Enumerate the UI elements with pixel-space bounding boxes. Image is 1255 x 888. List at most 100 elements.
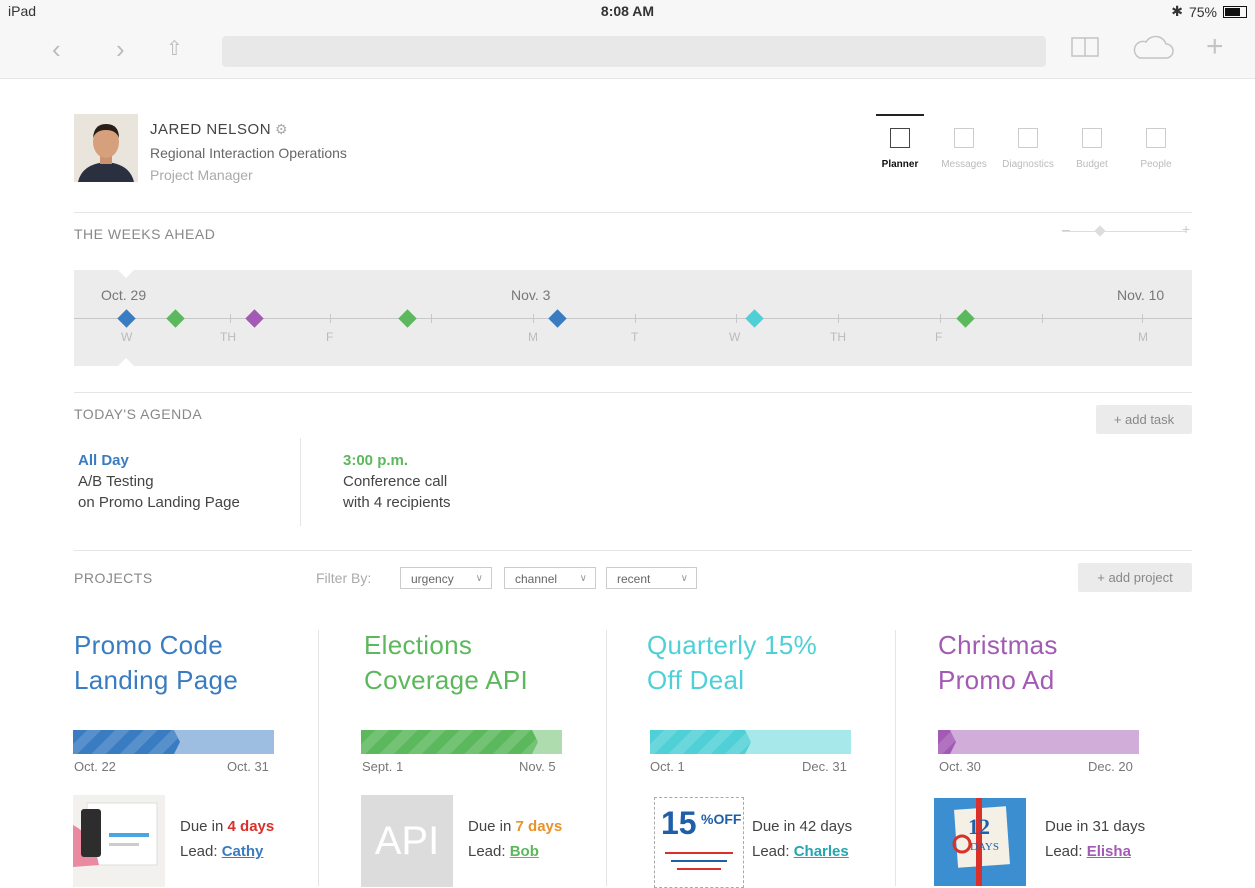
project-thumbnail[interactable]: API: [361, 795, 453, 887]
project-progress-bar: [361, 730, 562, 754]
filter-channel-select[interactable]: channel ∨: [504, 567, 596, 589]
timeline[interactable]: Oct. 29 Nov. 3 Nov. 10 W TH F M T W TH F…: [74, 270, 1192, 366]
timeline-tick: [838, 314, 839, 323]
agenda-title: TODAY'S AGENDA: [74, 406, 203, 422]
project-due-value: 4 days: [227, 818, 275, 835]
project-title: Quarterly 15% Off Deal: [647, 630, 818, 695]
envelope-icon: [954, 128, 974, 148]
agenda-time: All Day: [78, 452, 129, 469]
divider: [74, 550, 1192, 551]
timeline-event[interactable]: [398, 309, 417, 328]
battery-percent: 75%: [1188, 3, 1217, 20]
status-bar: iPad 8:08 AM ✱ 75%: [0, 0, 1255, 22]
agenda-item[interactable]: All Day A/B Testing on Promo Landing Pag…: [78, 450, 240, 513]
book-icon[interactable]: [1071, 34, 1099, 65]
project-thumbnail[interactable]: 15 %OFF: [654, 797, 744, 888]
project-thumbnail[interactable]: 12 DAYS: [934, 798, 1026, 886]
svg-text:DAYS: DAYS: [970, 841, 999, 853]
chevron-down-icon: ∨: [579, 573, 587, 584]
timeline-date: Oct. 29: [101, 287, 147, 303]
add-project-button[interactable]: + add project: [1078, 563, 1192, 592]
project-end-date: Oct. 31: [227, 759, 269, 774]
project-start-date: Oct. 1: [650, 759, 685, 774]
plus-icon[interactable]: +: [1182, 221, 1190, 237]
clock: 8:08 AM: [600, 3, 655, 19]
timeline-tick: [635, 314, 636, 323]
chevron-left-icon[interactable]: ‹: [52, 36, 61, 62]
project-card[interactable]: Elections Coverage API: [364, 628, 528, 698]
project-lead-link[interactable]: Elisha: [1087, 843, 1131, 860]
bluetooth-icon: ✱: [1171, 3, 1183, 19]
zoom-track: [1062, 231, 1186, 232]
projects-title: PROJECTS: [74, 570, 153, 586]
add-task-button[interactable]: + add task: [1096, 405, 1192, 434]
tab-diagnostics[interactable]: Diagnostics: [998, 114, 1058, 172]
timeline-event[interactable]: [117, 309, 136, 328]
project-thumbnail[interactable]: [73, 795, 165, 887]
timeline-event[interactable]: [745, 309, 764, 328]
project-lead-link[interactable]: Charles: [794, 843, 849, 860]
filter-recent-select[interactable]: recent ∨: [606, 567, 697, 589]
cloud-icon[interactable]: [1130, 34, 1174, 67]
agenda-divider: [300, 438, 301, 526]
timeline-marker-bottom: [118, 358, 134, 366]
avatar[interactable]: [74, 114, 138, 182]
project-lead-link[interactable]: Cathy: [222, 843, 264, 860]
timeline-day: T: [631, 330, 639, 344]
project-progress-fill: [73, 730, 180, 754]
project-end-date: Dec. 20: [1088, 759, 1133, 774]
project-divider: [318, 630, 319, 886]
address-bar[interactable]: [222, 36, 1046, 67]
project-card[interactable]: Promo Code Landing Page: [74, 628, 238, 698]
contact-card-icon: [1146, 128, 1166, 148]
filter-urgency-select[interactable]: urgency ∨: [400, 567, 492, 589]
profile-role: Project Manager: [150, 167, 253, 183]
project-end-date: Dec. 31: [802, 759, 847, 774]
share-icon[interactable]: ⇧: [166, 36, 183, 62]
zoom-handle[interactable]: [1094, 225, 1106, 237]
tab-people[interactable]: People: [1126, 114, 1186, 172]
project-progress-fill: [650, 730, 751, 754]
status-right: ✱ 75%: [1171, 3, 1247, 20]
agenda-item[interactable]: 3:00 p.m. Conference call with 4 recipie…: [343, 450, 451, 513]
timeline-event[interactable]: [166, 309, 185, 328]
timeline-day: M: [1138, 330, 1148, 344]
project-due: Due in 31 days Lead: Elisha: [1045, 818, 1146, 860]
timeline-event[interactable]: [548, 309, 567, 328]
timeline-tick: [1042, 314, 1043, 323]
profile-department: Regional Interaction Operations: [150, 145, 347, 161]
browser-toolbar: ‹ › ⇧ +: [0, 22, 1255, 79]
project-progress-bar: [73, 730, 274, 754]
thumbnail-text: API: [374, 819, 440, 863]
agenda-time: 3:00 p.m.: [343, 452, 409, 469]
timeline-date: Nov. 10: [1117, 287, 1165, 303]
project-card[interactable]: Christmas Promo Ad: [938, 628, 1058, 698]
safe-icon: [1082, 128, 1102, 148]
timeline-tick: [533, 314, 534, 323]
project-start-date: Oct. 30: [939, 759, 981, 774]
timeline-day: TH: [830, 330, 846, 344]
divider: [74, 392, 1192, 393]
project-card[interactable]: Quarterly 15% Off Deal: [647, 628, 817, 698]
minus-icon[interactable]: –: [1062, 221, 1070, 237]
timeline-tick: [230, 314, 231, 323]
zoom-slider[interactable]: – +: [1062, 221, 1192, 237]
project-title: Promo Code Landing Page: [74, 630, 239, 695]
project-divider: [606, 630, 607, 886]
gear-icon[interactable]: ⚙: [275, 121, 288, 137]
chevron-right-icon[interactable]: ›: [116, 36, 125, 62]
timeline-event[interactable]: [956, 309, 975, 328]
tab-planner[interactable]: Planner: [870, 114, 930, 172]
project-divider: [895, 630, 896, 886]
tab-messages[interactable]: Messages: [934, 114, 994, 172]
project-lead-link[interactable]: Bob: [510, 843, 539, 860]
chevron-down-icon: ∨: [475, 573, 483, 584]
svg-text:%OFF: %OFF: [701, 811, 742, 827]
timeline-day: W: [729, 330, 741, 344]
tab-budget[interactable]: Budget: [1062, 114, 1122, 172]
plus-icon[interactable]: +: [1206, 30, 1224, 64]
project-due-value: 7 days: [515, 818, 563, 835]
project-due: Due in 42 days Lead: Charles: [752, 818, 853, 860]
project-due-value: 31 days: [1092, 818, 1146, 835]
timeline-event[interactable]: [245, 309, 264, 328]
